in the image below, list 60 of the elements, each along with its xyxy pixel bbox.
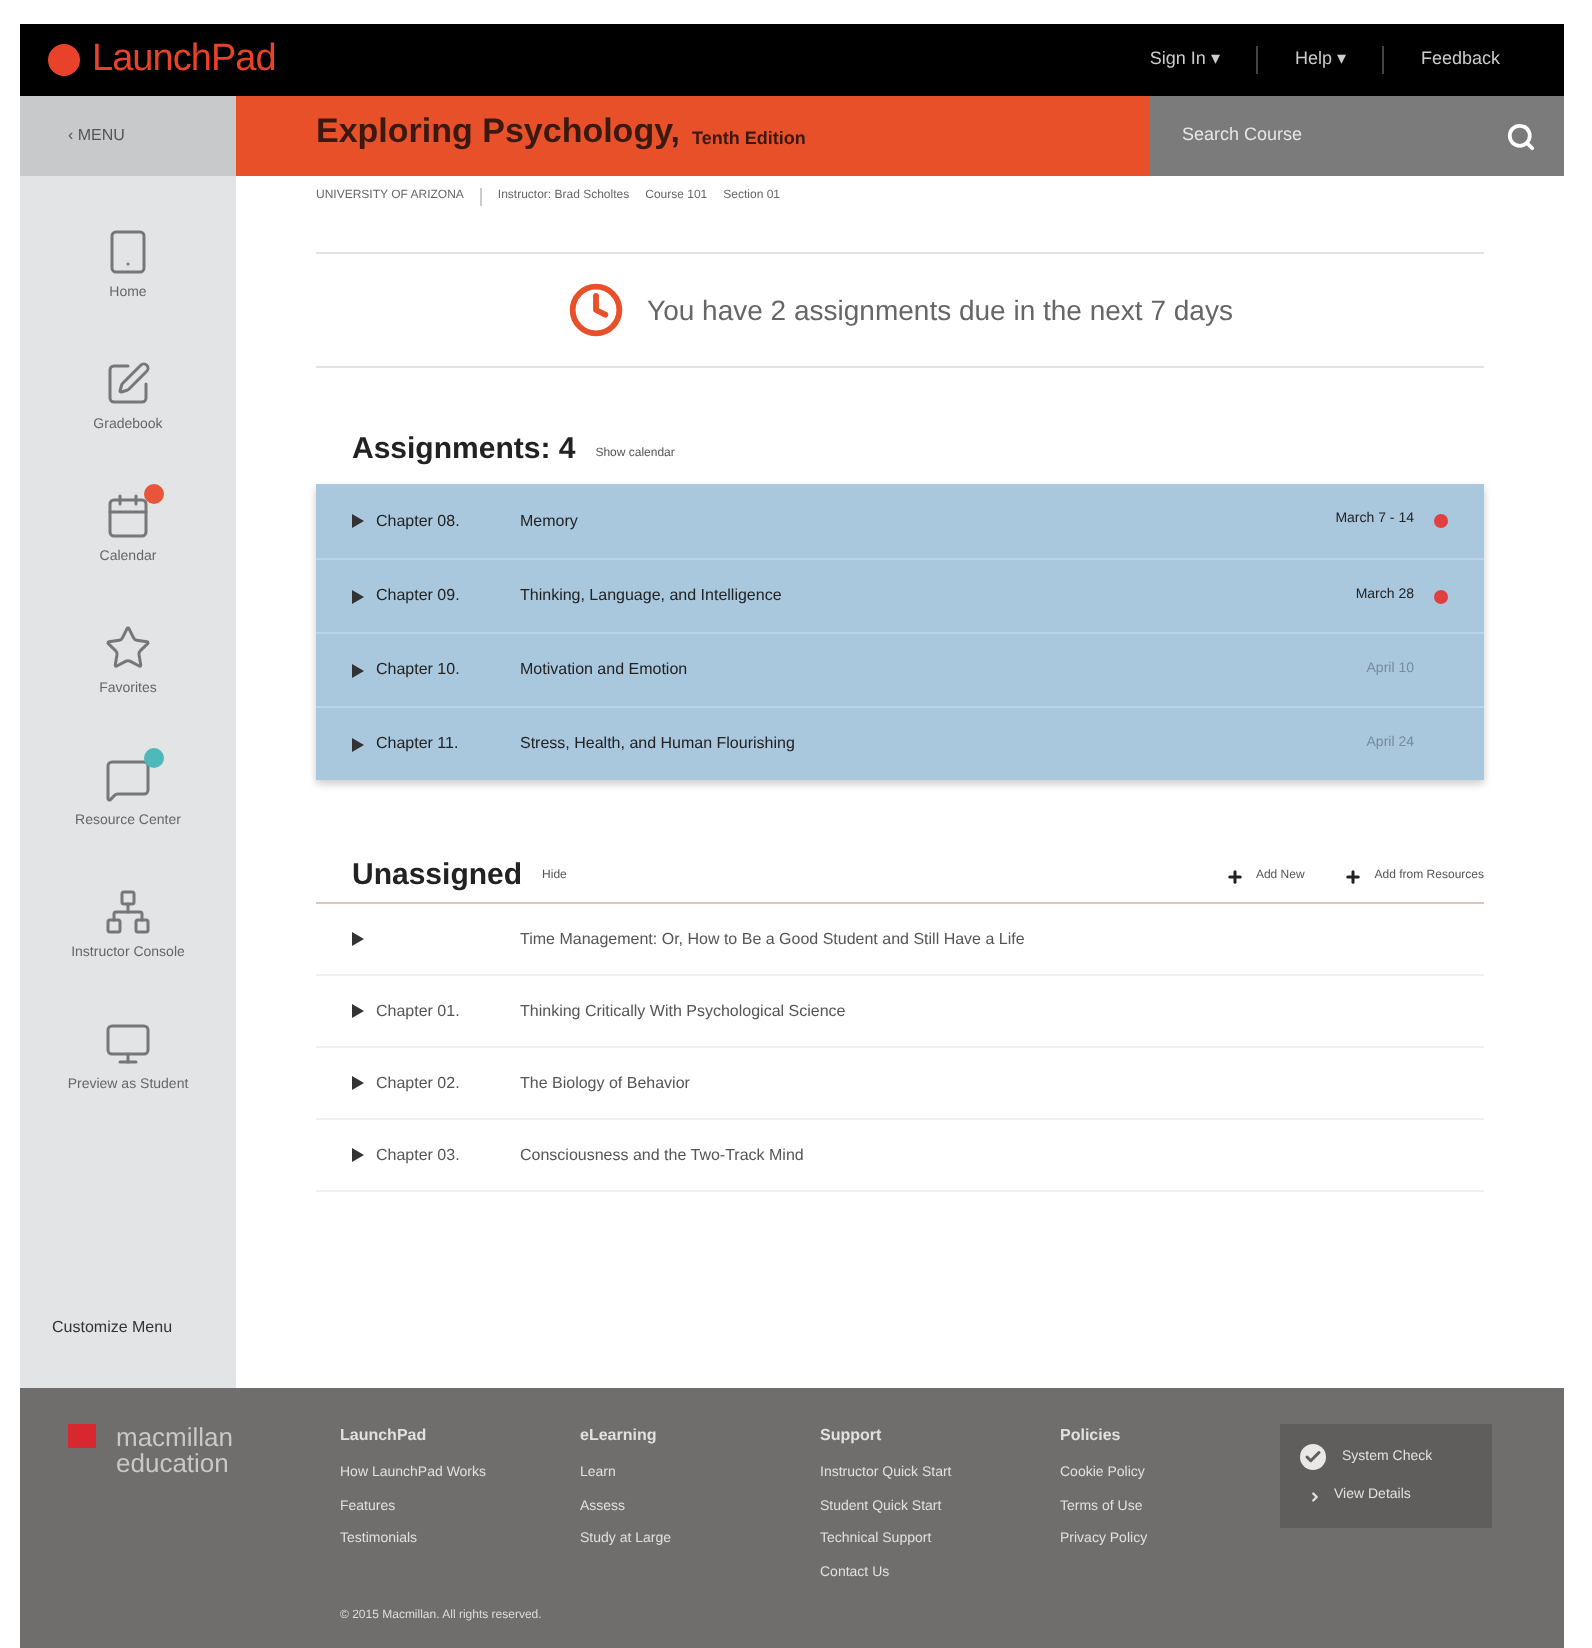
nav-link[interactable]: Feedback [1382,46,1536,74]
logo-icon [48,44,80,76]
expand-triangle-icon[interactable] [352,1076,364,1090]
resource-title: Consciousness and the Two-Track Mind [520,1143,804,1167]
clock-icon [567,282,624,338]
search-button[interactable] [1476,96,1564,176]
expand-triangle-icon[interactable] [352,737,364,751]
expand-triangle-icon[interactable] [352,932,364,946]
course-title: Exploring Psychology, [316,109,680,154]
footer-heading: Policies [1060,1424,1121,1448]
footer-heading: eLearning [580,1424,657,1448]
section-heading: Unassigned [352,856,523,897]
network-icon [104,887,152,936]
nav-link[interactable]: Help ▾ [1256,46,1383,74]
course-edition: Tenth Edition [692,125,806,151]
logo-text: LaunchPad [92,35,276,84]
pencil-square-icon [104,359,152,408]
assignment-title: Motivation and Emotion [520,658,688,682]
assignment-title: Stress, Health, and Human Flourishing [520,732,795,756]
unassigned-row[interactable]: Time Management: Or, How to Be a Good Student and Still Have a Life [316,904,1484,976]
chapter-number: Chapter 09. [376,584,462,608]
monitor-icon [104,1019,152,1068]
search-icon [1505,121,1535,151]
chapter-number: Chapter 11. [376,732,461,756]
unassigned-row[interactable]: Chapter 02. The Biology of Behavior [316,1048,1484,1120]
check-icon [1300,1444,1326,1471]
unassigned-row[interactable]: Chapter 03. Consciousness and the Two-Track Mind [316,1120,1484,1192]
chapter-number: Chapter 01. [376,999,462,1023]
star-icon [104,623,152,672]
search-field[interactable]: Search Course [1150,96,1476,176]
resource-title: The Biology of Behavior [520,1071,690,1095]
brand-mark-icon [68,1424,96,1448]
resource-title: Time Management: Or, How to Be a Good Student and Still Have a Life [520,927,1025,951]
expand-triangle-icon[interactable] [352,1004,364,1018]
assignment-title: Thinking, Language, and Intelligence [520,584,782,608]
calendar-icon [104,491,152,540]
assignment-title: Memory [520,509,578,533]
expand-triangle-icon[interactable] [352,663,364,677]
expand-triangle-icon[interactable] [352,589,364,603]
customize-link[interactable]: Customize Menu [52,1316,236,1340]
plus-icon [1344,868,1363,886]
footer-heading: Support [820,1424,882,1448]
chapter-number: Chapter 03. [376,1143,462,1167]
plus-icon [1225,868,1244,886]
chat-icon [104,755,152,804]
nav-link[interactable]: Sign In ▾ [1113,46,1257,74]
alert-text: You have 2 assignments due in the next 7 days [647,291,1233,330]
chapter-number: Chapter 10. [376,658,462,682]
menu-button[interactable]: ‹ MENU [20,96,236,176]
footer-heading: LaunchPad [340,1424,427,1448]
unassigned-row[interactable]: Chapter 01. Thinking Critically With Psychological Science [316,976,1484,1048]
resource-title: Thinking Critically With Psychological Science [520,999,846,1023]
chevron-right-icon [1308,1490,1322,1504]
expand-triangle-icon[interactable] [352,514,364,528]
chapter-number: Chapter 02. [376,1071,462,1095]
brand-name: education [116,1450,231,1476]
brand-name: macmillan [116,1424,234,1450]
expand-triangle-icon[interactable] [352,1148,364,1162]
chapter-number: Chapter 08. [376,509,462,533]
section-heading: Assignments: 4 [352,429,576,469]
